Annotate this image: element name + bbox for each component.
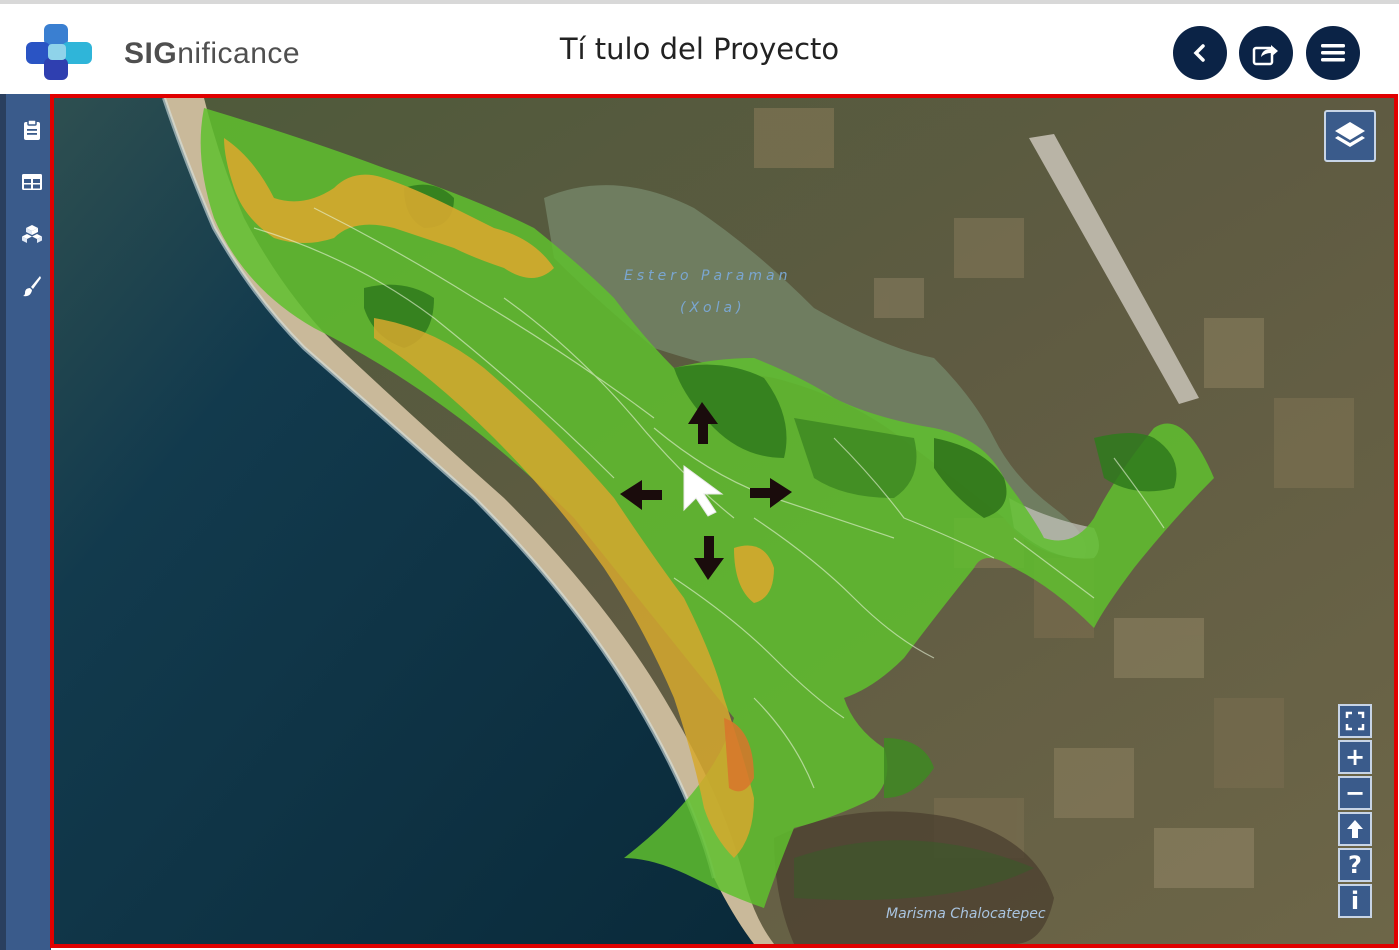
help-button[interactable]: ? [1338,848,1372,882]
layers-icon [1335,122,1365,147]
back-button[interactable] [1173,26,1227,80]
minus-icon: − [1344,779,1366,807]
share-icon [1252,45,1278,66]
arrow-up-icon [1347,820,1363,838]
clipboard-icon [24,119,40,140]
plus-icon: + [1344,743,1366,771]
left-toolbar [0,94,51,950]
layers-button[interactable] [1324,110,1376,162]
table-icon [22,174,42,190]
attribute-table-button[interactable] [18,168,46,196]
layers-tools-button[interactable] [18,220,46,248]
map-label-xola: (Xola) [680,300,746,316]
toolbar-edge [0,94,6,950]
paintbrush-icon [23,276,41,297]
question-icon: ? [1348,851,1362,879]
map-label-estero: Estero Paraman [624,268,792,284]
zoom-out-button[interactable]: − [1338,776,1372,810]
info-icon: i [1350,887,1360,915]
zoom-in-button[interactable]: + [1338,740,1372,774]
style-button[interactable] [18,272,46,300]
chevron-left-icon [1193,44,1205,62]
pan-cursor-icon [620,402,792,580]
map-label-marisma: Marisma Chalocatepec [886,906,1046,922]
fullscreen-icon [1345,711,1365,731]
cubes-icon [22,225,42,243]
menu-button[interactable] [1306,26,1360,80]
report-button[interactable] [18,116,46,144]
top-header: SIGnificance Tí tulo del Proyecto [0,0,1399,94]
map-view[interactable]: Estero Paraman (Xola) Marisma Chalocatep… [50,94,1398,948]
info-button[interactable]: i [1338,884,1372,918]
share-button[interactable] [1239,26,1293,80]
hamburger-menu-icon [1321,44,1345,62]
fullscreen-button[interactable] [1338,704,1372,738]
map-controls: + − ? i [1338,704,1376,920]
home-extent-button[interactable] [1338,812,1372,846]
